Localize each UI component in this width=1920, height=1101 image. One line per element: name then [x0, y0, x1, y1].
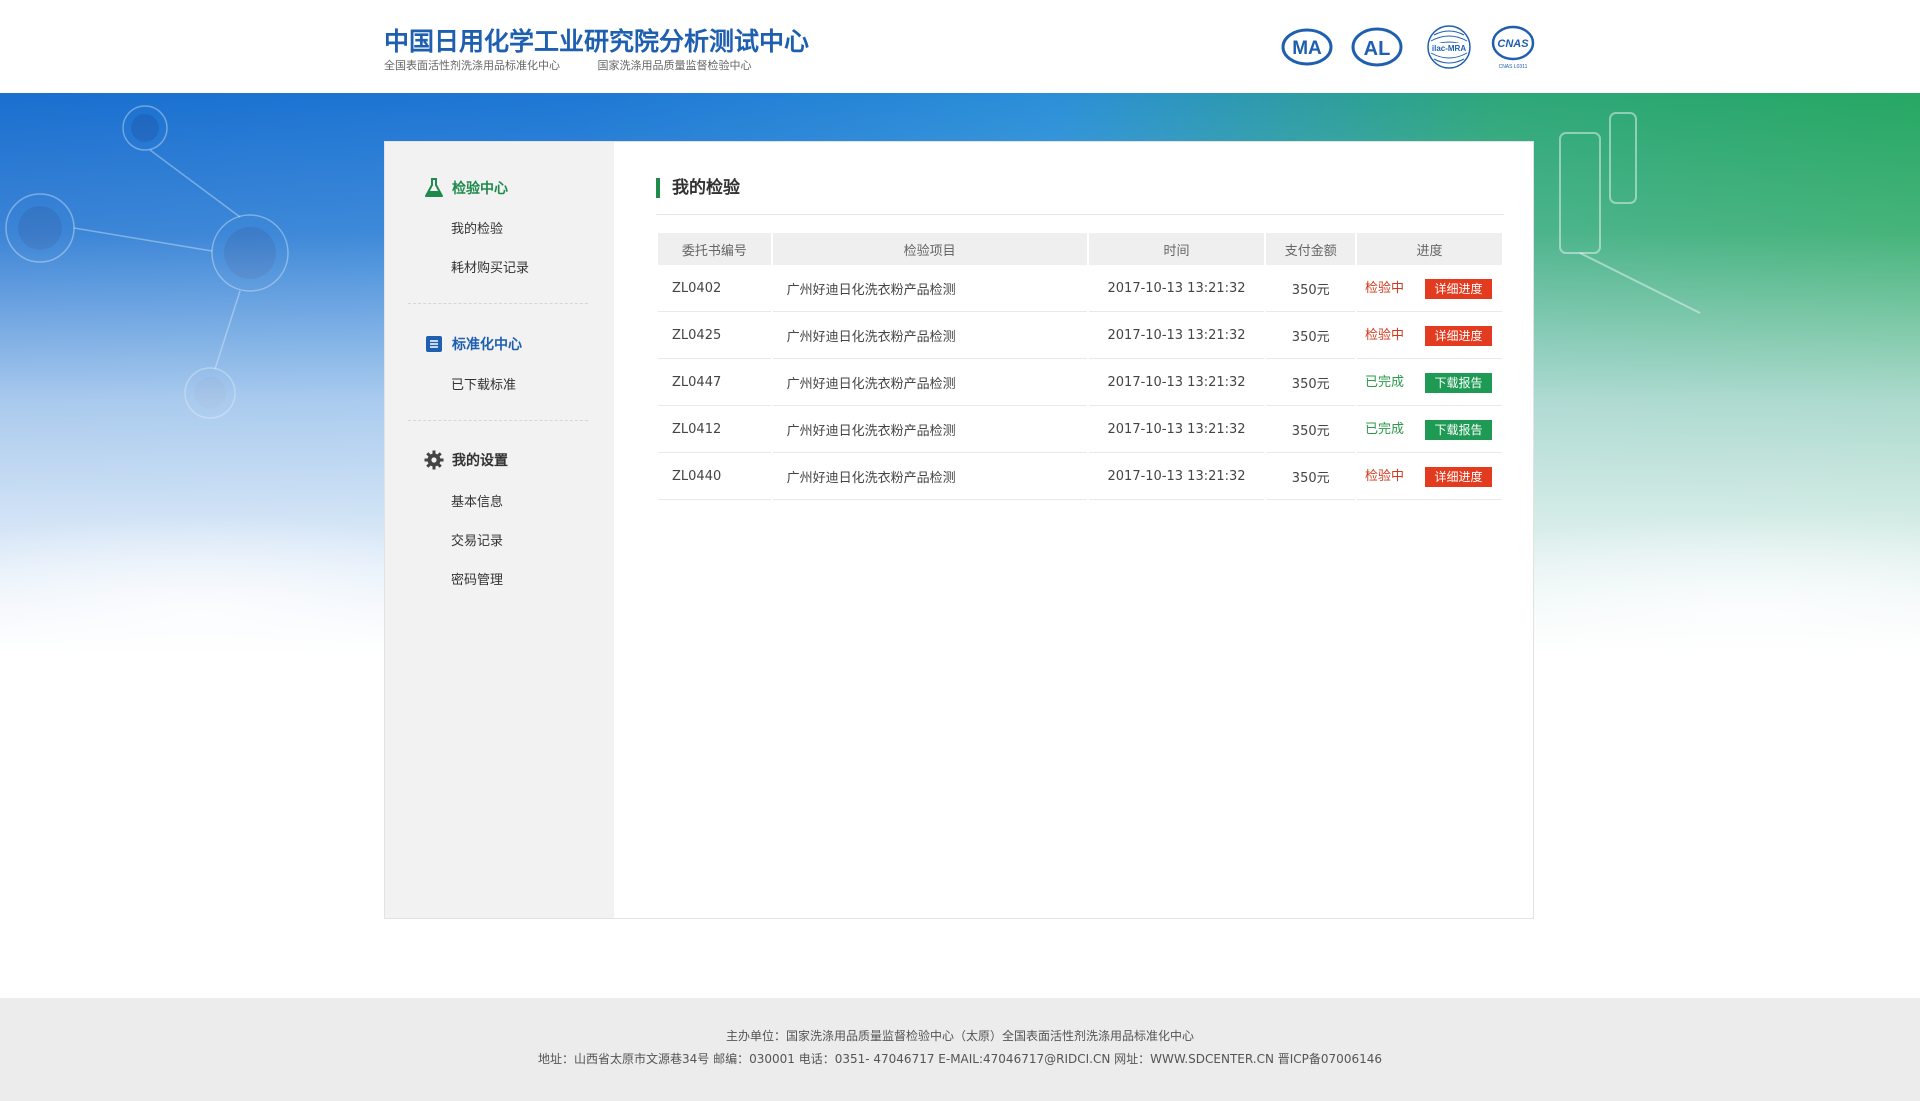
cell-progress: 已完成 下载报告 — [1357, 406, 1502, 453]
ilac-cert-text: ilac-MRA — [1432, 44, 1466, 53]
main-panel: 检验中心 我的检验 耗材购买记录 标准化中心 已下载标准 我的设置 基本信息 交… — [384, 141, 1534, 919]
sidebar-group-title: 标准化中心 — [452, 337, 522, 353]
cal-cert-icon: AL — [1350, 22, 1404, 72]
gear-icon — [424, 450, 444, 470]
cnas-cert-text: CNAS — [1497, 38, 1529, 50]
footer-organizer: 主办单位：国家洗涤用品质量监督检验中心（太原）全国表面活性剂洗涤用品标准化中心 — [725, 1029, 1194, 1043]
inspection-table: 委托书编号 检验项目 时间 支付金额 进度 ZL0402 广州好迪日化洗衣粉产品… — [656, 233, 1504, 500]
table-row: ZL0402 广州好迪日化洗衣粉产品检测 2017-10-13 13:21:32… — [658, 265, 1502, 312]
document-icon — [424, 334, 444, 354]
sidebar-group-standardization[interactable]: 标准化中心 — [424, 333, 522, 355]
table-row: ZL0440 广州好迪日化洗衣粉产品检测 2017-10-13 13:21:32… — [658, 453, 1502, 500]
sidebar-item-password[interactable]: 密码管理 — [451, 569, 503, 588]
cma-cert-text: MA — [1292, 38, 1322, 59]
page-title: 我的检验 — [656, 178, 740, 198]
title-divider — [656, 214, 1504, 215]
cell-item: 广州好迪日化洗衣粉产品检测 — [772, 359, 1087, 406]
detail-progress-button[interactable]: 详细进度 — [1425, 278, 1493, 299]
cell-time: 2017-10-13 13:21:32 — [1088, 359, 1265, 406]
status-badge: 已完成 — [1365, 375, 1405, 391]
cell-item: 广州好迪日化洗衣粉产品检测 — [772, 312, 1087, 359]
site-footer: 主办单位：国家洗涤用品质量监督检验中心（太原）全国表面活性剂洗涤用品标准化中心 … — [0, 998, 1920, 1101]
content-area: 我的检验 委托书编号 检验项目 时间 支付金额 进度 ZL0402 广州好迪日化… — [614, 142, 1533, 918]
cell-order-no: ZL0412 — [658, 406, 771, 453]
cell-progress: 检验中 详细进度 — [1357, 265, 1502, 312]
sidebar-divider — [408, 303, 588, 304]
site-title[interactable]: 中国日用化学工业研究院分析测试中心 — [384, 22, 809, 58]
footer-contact: 地址：山西省太原市文源巷34号 邮编：030001 电话：0351- 47046… — [538, 1052, 1382, 1066]
site-subtitle-1: 全国表面活性剂洗涤用品标准化中心 — [384, 59, 560, 72]
detail-progress-button[interactable]: 详细进度 — [1425, 325, 1493, 346]
sidebar-item-transactions[interactable]: 交易记录 — [451, 530, 503, 549]
site-subtitles: 全国表面活性剂洗涤用品标准化中心 国家洗涤用品质量监督检验中心 — [384, 57, 786, 73]
sidebar-item-my-inspection[interactable]: 我的检验 — [451, 218, 503, 237]
site-subtitle-2: 国家洗涤用品质量监督检验中心 — [597, 59, 752, 72]
cell-progress: 已完成 下载报告 — [1357, 359, 1502, 406]
cma-cert-icon: MA — [1280, 22, 1334, 72]
status-badge: 检验中 — [1365, 328, 1405, 344]
cell-progress: 检验中 详细进度 — [1357, 312, 1502, 359]
cell-amount: 350元 — [1266, 359, 1356, 406]
cell-time: 2017-10-13 13:21:32 — [1088, 312, 1265, 359]
cnas-cert-icon: CNAS CNAS L0311 — [1490, 22, 1536, 72]
cell-order-no: ZL0447 — [658, 359, 771, 406]
flask-icon — [424, 178, 444, 198]
cell-item: 广州好迪日化洗衣粉产品检测 — [772, 265, 1087, 312]
column-header-progress: 进度 — [1357, 233, 1502, 265]
sidebar-group-inspection[interactable]: 检验中心 — [424, 177, 508, 199]
sidebar-item-basic-info[interactable]: 基本信息 — [451, 491, 503, 510]
table-row: ZL0447 广州好迪日化洗衣粉产品检测 2017-10-13 13:21:32… — [658, 359, 1502, 406]
sidebar-divider — [408, 420, 588, 421]
download-report-button[interactable]: 下载报告 — [1425, 372, 1493, 393]
sidebar-group-settings[interactable]: 我的设置 — [424, 449, 508, 471]
cell-time: 2017-10-13 13:21:32 — [1088, 265, 1265, 312]
cell-time: 2017-10-13 13:21:32 — [1088, 406, 1265, 453]
cal-cert-text: AL — [1364, 38, 1391, 60]
cell-amount: 350元 — [1266, 406, 1356, 453]
sidebar-group-title: 我的设置 — [452, 453, 508, 469]
status-badge: 检验中 — [1365, 281, 1405, 297]
cell-time: 2017-10-13 13:21:32 — [1088, 453, 1265, 500]
column-header-amount: 支付金额 — [1266, 233, 1356, 265]
cell-item: 广州好迪日化洗衣粉产品检测 — [772, 453, 1087, 500]
status-badge: 已完成 — [1365, 422, 1405, 438]
cell-item: 广州好迪日化洗衣粉产品检测 — [772, 406, 1087, 453]
sidebar-item-downloaded-standards[interactable]: 已下载标准 — [451, 374, 516, 393]
table-header-row: 委托书编号 检验项目 时间 支付金额 进度 — [658, 233, 1502, 265]
column-header-no: 委托书编号 — [658, 233, 771, 265]
cell-order-no: ZL0440 — [658, 453, 771, 500]
column-header-time: 时间 — [1088, 233, 1265, 265]
sidebar: 检验中心 我的检验 耗材购买记录 标准化中心 已下载标准 我的设置 基本信息 交… — [385, 142, 614, 918]
table-row: ZL0412 广州好迪日化洗衣粉产品检测 2017-10-13 13:21:32… — [658, 406, 1502, 453]
cell-order-no: ZL0402 — [658, 265, 771, 312]
status-badge: 检验中 — [1365, 469, 1405, 485]
cell-amount: 350元 — [1266, 453, 1356, 500]
sidebar-group-title: 检验中心 — [452, 181, 508, 197]
site-header: 中国日用化学工业研究院分析测试中心 全国表面活性剂洗涤用品标准化中心 国家洗涤用… — [0, 0, 1920, 93]
download-report-button[interactable]: 下载报告 — [1425, 419, 1493, 440]
cell-amount: 350元 — [1266, 312, 1356, 359]
column-header-item: 检验项目 — [772, 233, 1087, 265]
cnas-cert-subtext: CNAS L0311 — [1499, 64, 1528, 70]
detail-progress-button[interactable]: 详细进度 — [1425, 466, 1493, 487]
ilac-mra-cert-icon: ilac-MRA — [1422, 22, 1476, 72]
sidebar-item-consumables-records[interactable]: 耗材购买记录 — [451, 257, 529, 276]
cell-progress: 检验中 详细进度 — [1357, 453, 1502, 500]
cell-order-no: ZL0425 — [658, 312, 771, 359]
cell-amount: 350元 — [1266, 265, 1356, 312]
table-row: ZL0425 广州好迪日化洗衣粉产品检测 2017-10-13 13:21:32… — [658, 312, 1502, 359]
